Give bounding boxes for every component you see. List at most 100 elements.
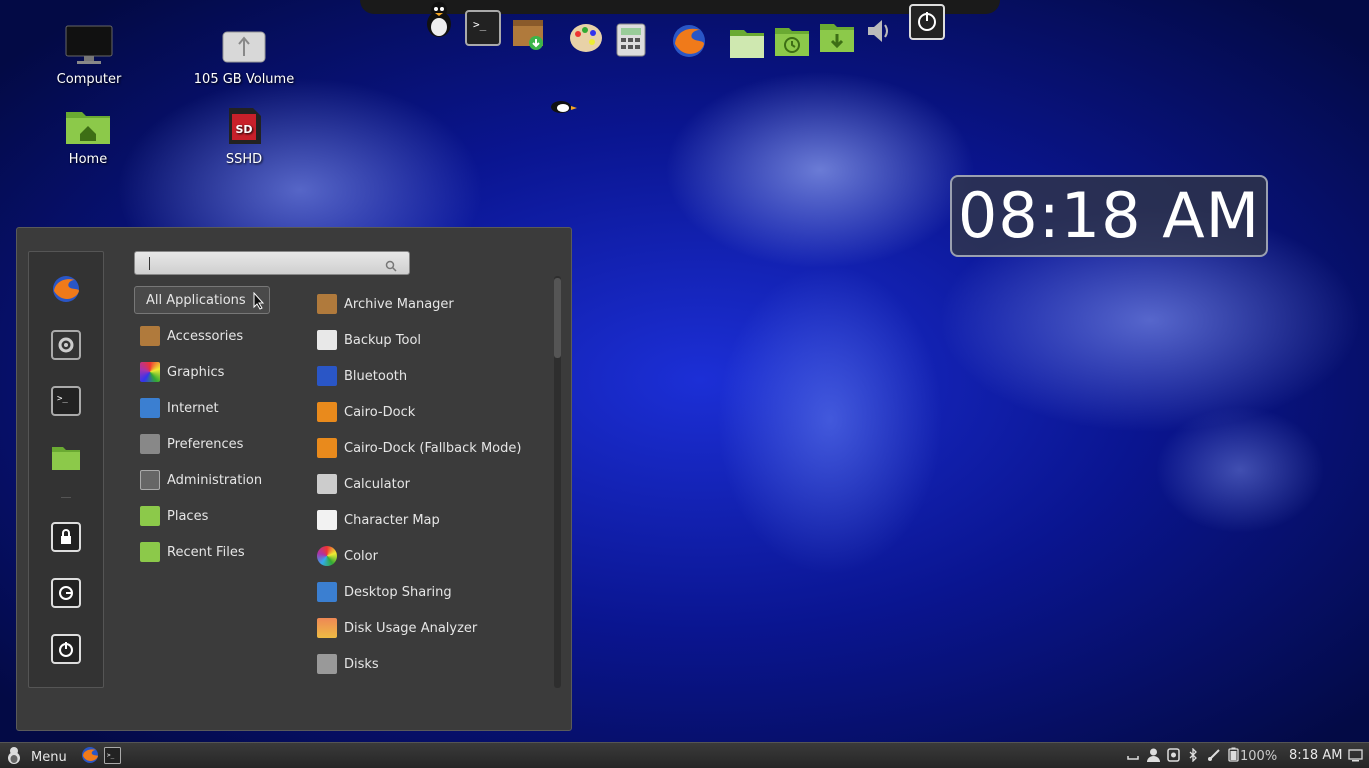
battery-percentage: 100% xyxy=(1240,749,1278,764)
character-map-icon xyxy=(317,510,337,530)
calculator-icon[interactable] xyxy=(613,22,651,60)
files-icon[interactable] xyxy=(728,26,766,64)
category-internet[interactable]: Internet xyxy=(134,390,314,426)
desktop-icon-computer[interactable]: Computer xyxy=(34,24,144,87)
app-label: Cairo-Dock (Fallback Mode) xyxy=(344,440,522,456)
archive-icon xyxy=(317,294,337,314)
app-cairo-dock[interactable]: Cairo-Dock xyxy=(315,394,545,430)
svg-text:>_: >_ xyxy=(57,394,68,404)
mouse-pointer-icon xyxy=(253,291,265,314)
firefox-icon[interactable] xyxy=(81,746,99,768)
category-label: Preferences xyxy=(167,436,244,452)
desktop-icon-label: SSHD xyxy=(225,152,263,167)
category-list: All Applications Accessories Graphics In… xyxy=(134,286,314,570)
firefox-icon[interactable] xyxy=(670,22,708,60)
category-graphics[interactable]: Graphics xyxy=(134,354,314,390)
firefox-icon[interactable] xyxy=(51,274,81,304)
show-desktop-icon[interactable] xyxy=(1348,749,1363,766)
category-label: Graphics xyxy=(167,364,225,380)
text-cursor xyxy=(149,257,150,270)
volume-icon[interactable] xyxy=(864,14,902,52)
administration-icon xyxy=(140,470,160,490)
app-label: Bluetooth xyxy=(344,368,408,384)
user-icon[interactable] xyxy=(1147,748,1160,766)
graphics-icon xyxy=(140,362,160,382)
battery-indicator[interactable]: 100% xyxy=(1228,747,1277,766)
battery-icon xyxy=(1228,747,1239,766)
network-icon[interactable] xyxy=(1207,748,1221,766)
app-archive-manager[interactable]: Archive Manager xyxy=(315,286,545,322)
bluetooth-icon xyxy=(317,366,337,386)
desktop-icon-sshd[interactable]: SD SSHD xyxy=(189,106,299,167)
desktop-icon-label: Computer xyxy=(56,72,122,87)
lock-icon[interactable] xyxy=(51,522,81,552)
settings-icon[interactable] xyxy=(51,330,81,360)
category-recent-files[interactable]: Recent Files xyxy=(134,534,314,570)
update-manager-icon[interactable] xyxy=(1167,748,1180,766)
category-places[interactable]: Places xyxy=(134,498,314,534)
terminal-icon[interactable]: >_ xyxy=(104,747,121,768)
calculator-icon xyxy=(317,474,337,494)
svg-text:>_: >_ xyxy=(107,752,115,759)
power-icon[interactable] xyxy=(909,4,947,42)
terminal-icon[interactable]: >_ xyxy=(465,10,503,48)
category-administration[interactable]: Administration xyxy=(134,462,314,498)
app-list-scrollbar[interactable] xyxy=(554,276,561,688)
app-label: Archive Manager xyxy=(344,296,454,312)
clock-widget: 08:18 AM xyxy=(950,175,1268,257)
menu-button[interactable]: Menu xyxy=(6,746,67,768)
application-menu: >_ All Applications Accessories Graphics… xyxy=(16,227,572,731)
recent-files-icon xyxy=(140,542,160,562)
app-label: Disks xyxy=(344,656,379,672)
app-color[interactable]: Color xyxy=(315,538,545,574)
app-label: Backup Tool xyxy=(344,332,422,348)
search-input[interactable] xyxy=(134,251,410,275)
folder-icon[interactable] xyxy=(51,444,81,474)
category-label: Accessories xyxy=(167,328,244,344)
sd-card-icon: SD xyxy=(189,106,299,150)
app-disks[interactable]: Disks xyxy=(315,646,545,682)
app-desktop-sharing[interactable]: Desktop Sharing xyxy=(315,574,545,610)
paint-icon[interactable] xyxy=(568,20,606,58)
app-cairo-dock-fallback[interactable]: Cairo-Dock (Fallback Mode) xyxy=(315,430,545,466)
internet-icon xyxy=(140,398,160,418)
desktop-icon-volume[interactable]: 105 GB Volume xyxy=(189,24,299,87)
preferences-icon xyxy=(140,434,160,454)
svg-text:SD: SD xyxy=(235,123,252,136)
scrollbar-thumb[interactable] xyxy=(554,278,561,358)
favorites-separator xyxy=(61,497,71,498)
app-backup-tool[interactable]: Backup Tool xyxy=(315,322,545,358)
desktop-icon-home[interactable]: Home xyxy=(33,106,143,167)
application-list: Archive Manager Backup Tool Bluetooth Ca… xyxy=(315,286,545,682)
keyboard-icon[interactable] xyxy=(1127,749,1139,765)
penguin-icon xyxy=(6,746,22,768)
category-label: Administration xyxy=(167,472,263,488)
penguin-icon[interactable] xyxy=(420,0,458,38)
shutdown-icon[interactable] xyxy=(51,634,81,664)
app-calculator[interactable]: Calculator xyxy=(315,466,545,502)
folder-icon xyxy=(140,506,160,526)
favorites-bar: >_ xyxy=(28,251,104,688)
bluetooth-icon[interactable] xyxy=(1188,747,1198,766)
package-installer-icon[interactable] xyxy=(510,14,548,52)
category-label: Places xyxy=(167,508,209,524)
category-accessories[interactable]: Accessories xyxy=(134,318,314,354)
app-bluetooth[interactable]: Bluetooth xyxy=(315,358,545,394)
backup-icon[interactable] xyxy=(773,24,811,62)
category-label: All Applications xyxy=(146,292,246,308)
logout-icon[interactable] xyxy=(51,578,81,608)
usb-drive-icon xyxy=(189,24,299,70)
category-all-applications[interactable]: All Applications xyxy=(134,286,270,314)
category-preferences[interactable]: Preferences xyxy=(134,426,314,462)
disks-icon xyxy=(317,654,337,674)
accessories-icon xyxy=(140,326,160,346)
app-label: Calculator xyxy=(344,476,411,492)
app-label: Color xyxy=(344,548,378,564)
clock[interactable]: 8:18 AM xyxy=(1289,748,1342,763)
svg-text:>_: >_ xyxy=(473,18,487,31)
downloads-folder-icon[interactable] xyxy=(818,20,856,58)
cairo-dock-icon xyxy=(317,438,337,458)
app-character-map[interactable]: Character Map xyxy=(315,502,545,538)
terminal-icon[interactable]: >_ xyxy=(51,386,81,416)
app-disk-usage-analyzer[interactable]: Disk Usage Analyzer xyxy=(315,610,545,646)
